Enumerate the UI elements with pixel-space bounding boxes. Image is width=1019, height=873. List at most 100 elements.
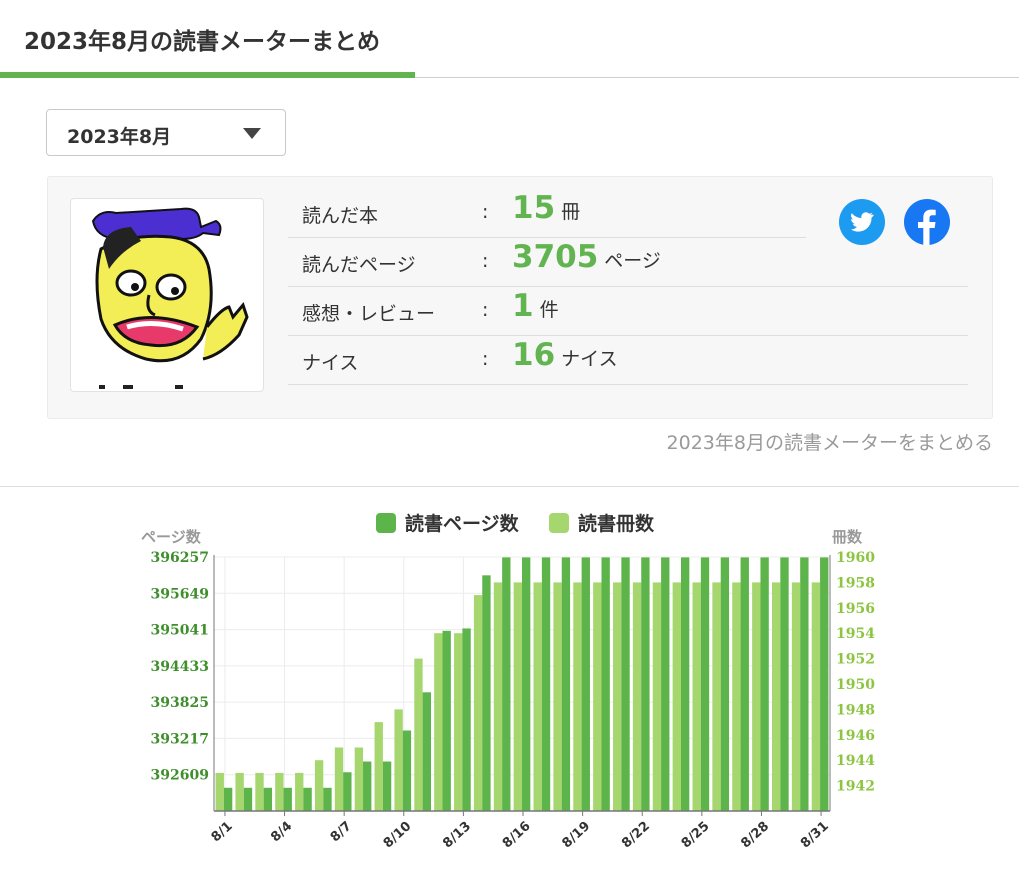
bar-pages xyxy=(800,557,809,811)
bar-pages xyxy=(462,628,471,811)
stat-label: ナイス xyxy=(302,352,359,374)
y-right-axis-title: 冊数 xyxy=(832,528,863,546)
bar-pages xyxy=(283,787,292,811)
bar-pages xyxy=(680,557,690,811)
bar-books xyxy=(672,582,681,811)
bar-books xyxy=(473,595,483,811)
bar-pages xyxy=(581,557,590,811)
y-right-tick-label: 1952 xyxy=(836,652,875,668)
bar-pages xyxy=(502,557,511,811)
y-right-tick-label: 1950 xyxy=(836,677,875,693)
bar-pages xyxy=(760,557,769,811)
y-left-tick-label: 393825 xyxy=(151,695,209,711)
bar-books xyxy=(215,772,224,811)
x-tick-label: 8/25 xyxy=(679,819,713,851)
x-tick-label: 8/7 xyxy=(328,819,355,845)
bar-pages xyxy=(561,557,571,811)
y-right-tick-label: 1948 xyxy=(836,702,875,718)
bar-pages xyxy=(243,787,253,811)
bar-books xyxy=(454,633,463,811)
bar-books xyxy=(811,582,821,811)
bar-books xyxy=(632,582,642,811)
y-left-axis-title: ページ数 xyxy=(141,528,202,546)
bar-books xyxy=(652,582,662,811)
bar-pages xyxy=(263,787,273,811)
legend-label-pages[interactable]: 読書ページ数 xyxy=(405,512,520,535)
bar-pages xyxy=(661,557,670,811)
y-right-tick-label: 1946 xyxy=(836,728,875,744)
bar-pages xyxy=(343,772,352,811)
twitter-share-button[interactable] xyxy=(839,199,885,245)
bar-books xyxy=(394,709,403,811)
bar-pages xyxy=(740,557,749,811)
y-right-tick-label: 1960 xyxy=(836,550,875,566)
legend-label-books[interactable]: 読書冊数 xyxy=(578,512,655,535)
y-left-tick-label: 393217 xyxy=(151,731,209,747)
bar-pages xyxy=(641,557,650,811)
stat-value-books[interactable]: 15 冊 xyxy=(512,190,580,226)
x-tick-label: 8/28 xyxy=(738,819,772,851)
bar-books xyxy=(235,772,244,811)
stat-value-nice: 16 ナイス xyxy=(512,337,618,373)
stat-value-reviews[interactable]: 1件 xyxy=(512,288,559,324)
bar-books xyxy=(414,658,423,811)
x-tick-label: 8/16 xyxy=(500,819,534,851)
bar-pages xyxy=(482,575,491,811)
stat-label: 感想・レビュー xyxy=(302,303,436,325)
avatar[interactable] xyxy=(70,198,264,392)
y-right-tick-label: 1942 xyxy=(836,779,875,795)
x-tick-label: 8/19 xyxy=(560,819,594,851)
bar-books xyxy=(613,582,622,811)
bar-books xyxy=(712,582,721,811)
bar-books xyxy=(493,582,503,811)
bar-books xyxy=(771,582,781,811)
y-right-tick-label: 1958 xyxy=(836,575,875,591)
summarize-link[interactable]: 2023年8月の読書メーターをまとめる xyxy=(667,428,993,455)
y-left-tick-label: 396257 xyxy=(151,550,209,566)
x-tick-label: 8/13 xyxy=(440,819,474,851)
month-select[interactable]: 2023年8月 xyxy=(46,109,286,156)
chart-bars xyxy=(215,557,829,811)
bar-pages xyxy=(601,557,610,811)
legend-swatch-pages xyxy=(376,513,396,533)
bar-books xyxy=(791,582,801,811)
stat-colon: : xyxy=(482,250,489,272)
x-tick-label: 8/1 xyxy=(209,819,236,845)
y-left-tick-label: 392609 xyxy=(151,768,209,784)
bar-pages xyxy=(700,557,710,811)
bar-books xyxy=(354,747,364,811)
bar-books xyxy=(334,747,344,811)
stat-colon: : xyxy=(482,201,489,223)
x-tick-label: 8/4 xyxy=(268,819,295,845)
bar-pages xyxy=(363,761,372,811)
y-left-tick-label: 395041 xyxy=(151,623,209,639)
bar-books xyxy=(752,582,761,811)
y-left-tick-label: 394433 xyxy=(151,659,209,675)
bar-books xyxy=(295,772,304,811)
x-tick-label: 8/31 xyxy=(798,819,832,851)
stat-row-reviews: 感想・レビュー : 1件 xyxy=(288,286,968,336)
twitter-icon xyxy=(851,212,874,232)
stat-row-books: 読んだ本 : 15 冊 xyxy=(288,188,806,238)
bar-pages xyxy=(780,557,789,811)
y-right-tick-label: 1954 xyxy=(836,626,875,642)
stat-label: 読んだ本 xyxy=(302,205,379,227)
stat-label: 読んだページ xyxy=(302,254,416,276)
bar-books xyxy=(732,582,741,811)
bar-pages xyxy=(621,557,630,811)
bar-pages xyxy=(541,557,551,811)
bar-books xyxy=(533,582,542,811)
bar-books xyxy=(314,760,324,811)
y-right-tick-label: 1956 xyxy=(836,601,875,617)
bar-books xyxy=(374,722,383,811)
x-tick-label: 8/10 xyxy=(381,819,415,851)
facebook-share-button[interactable] xyxy=(904,199,950,245)
stat-row-nice: ナイス : 16 ナイス xyxy=(288,335,968,385)
stat-colon: : xyxy=(482,348,489,370)
bar-books xyxy=(593,582,602,811)
y-left-tick-label: 395649 xyxy=(151,586,209,602)
bar-pages xyxy=(422,692,431,811)
title-underline xyxy=(0,72,415,78)
x-tick-label: 8/22 xyxy=(619,819,653,851)
legend-swatch-books xyxy=(549,513,569,533)
